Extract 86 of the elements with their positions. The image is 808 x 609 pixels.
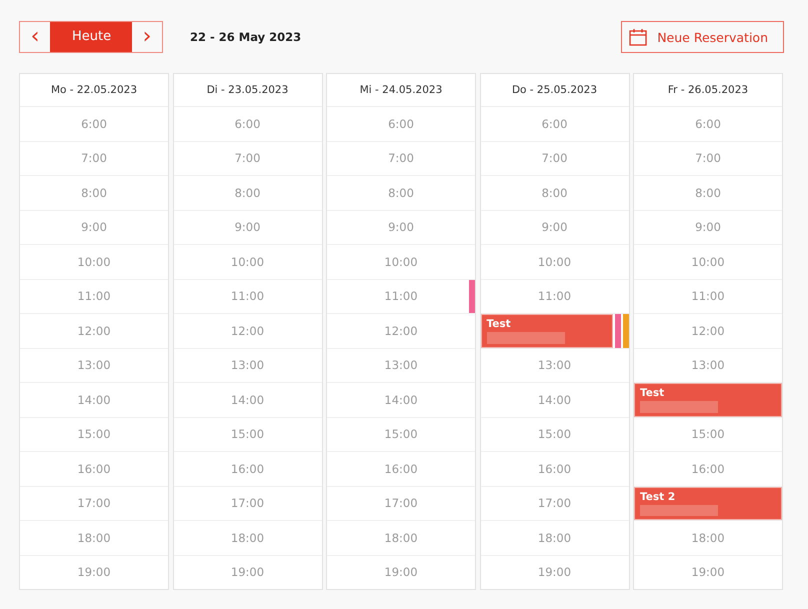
time-label: 18:00 xyxy=(230,530,264,545)
calendar-icon xyxy=(629,28,648,46)
day-header: Do - 25.05.2023 xyxy=(480,74,628,107)
time-label: 19:00 xyxy=(230,565,264,580)
time-label: 12:00 xyxy=(384,324,418,338)
time-label: 14:00 xyxy=(384,392,418,407)
time-label: 10:00 xyxy=(230,254,264,269)
time-label: 8:00 xyxy=(388,186,414,200)
time-label: 6:00 xyxy=(695,116,721,131)
time-label: 11:00 xyxy=(691,289,725,304)
date-range: 22 - 26 May 2023 xyxy=(190,30,302,44)
event-strip[interactable] xyxy=(614,314,620,348)
time-label: 8:00 xyxy=(81,186,107,200)
time-label: 17:00 xyxy=(77,496,111,510)
time-label: 15:00 xyxy=(77,427,111,442)
time-label: 9:00 xyxy=(542,220,568,234)
time-label: 12:00 xyxy=(230,324,264,338)
event-block[interactable]: Test 2 xyxy=(634,486,782,520)
day-header: Fr - 26.05.2023 xyxy=(634,74,782,107)
previous-button[interactable]: ‹ xyxy=(20,22,50,52)
event-title: Test xyxy=(640,387,666,399)
time-label: 8:00 xyxy=(542,186,568,200)
time-label: 11:00 xyxy=(230,289,264,304)
time-label: 9:00 xyxy=(695,220,721,234)
time-label: 19:00 xyxy=(691,565,725,580)
today-button[interactable]: Heute xyxy=(50,22,132,52)
time-label: 10:00 xyxy=(77,254,111,269)
time-label: 6:00 xyxy=(234,116,260,131)
time-label: 16:00 xyxy=(691,462,725,476)
event-block[interactable]: Test xyxy=(480,314,612,348)
time-label: 7:00 xyxy=(388,151,414,166)
time-label: 18:00 xyxy=(538,530,572,545)
time-label: 10:00 xyxy=(691,254,725,269)
new-reservation-button[interactable]: Neue Reservation xyxy=(621,21,784,53)
time-label: 6:00 xyxy=(388,116,414,131)
event-title: Test xyxy=(486,318,512,330)
time-label: 18:00 xyxy=(77,530,111,545)
time-label: 14:00 xyxy=(77,392,111,407)
next-button[interactable]: › xyxy=(132,22,162,52)
time-label: 6:00 xyxy=(542,116,568,131)
time-label: 6:00 xyxy=(81,116,107,131)
time-label: 9:00 xyxy=(234,220,260,234)
time-label: 13:00 xyxy=(77,358,111,372)
time-label: 7:00 xyxy=(542,151,568,166)
day-header: Mi - 24.05.2023 xyxy=(327,74,475,107)
time-label: 7:00 xyxy=(81,151,107,166)
time-label: 11:00 xyxy=(77,289,111,304)
time-label: 8:00 xyxy=(234,186,260,200)
time-label: 15:00 xyxy=(384,427,418,442)
time-label: 15:00 xyxy=(230,427,264,442)
time-label: 9:00 xyxy=(81,220,107,234)
time-label: 11:00 xyxy=(538,289,572,304)
time-label: 7:00 xyxy=(695,151,721,166)
time-label: 17:00 xyxy=(230,496,264,510)
time-label: 7:00 xyxy=(234,151,260,166)
time-label: 10:00 xyxy=(384,254,418,269)
time-label: 9:00 xyxy=(388,220,414,234)
time-label: 17:00 xyxy=(538,496,572,510)
time-label: 8:00 xyxy=(695,186,721,200)
time-label: 15:00 xyxy=(691,427,725,442)
time-label: 13:00 xyxy=(538,358,572,372)
time-label: 16:00 xyxy=(77,462,111,476)
time-label: 16:00 xyxy=(538,462,572,476)
time-label: 13:00 xyxy=(691,358,725,372)
time-label: 11:00 xyxy=(384,289,418,304)
day-header: Di - 23.05.2023 xyxy=(174,74,322,107)
time-label: 15:00 xyxy=(538,427,572,442)
time-label: 16:00 xyxy=(384,462,418,476)
time-label: 19:00 xyxy=(384,565,418,580)
day-header: Mo - 22.05.2023 xyxy=(20,74,168,107)
time-label: 14:00 xyxy=(230,392,264,407)
time-label: 13:00 xyxy=(384,358,418,372)
time-label: 18:00 xyxy=(691,530,725,545)
event-title: Test 2 xyxy=(640,490,676,502)
time-label: 13:00 xyxy=(230,358,264,372)
time-label: 12:00 xyxy=(77,324,111,338)
time-label: 14:00 xyxy=(538,392,572,407)
time-label: 19:00 xyxy=(538,565,572,580)
time-label: 17:00 xyxy=(384,496,418,510)
event-block[interactable]: Test xyxy=(634,383,782,416)
time-label: 12:00 xyxy=(691,324,725,338)
event-strip[interactable] xyxy=(622,314,628,348)
time-label: 10:00 xyxy=(538,254,572,269)
time-label: 19:00 xyxy=(77,565,111,580)
time-label: 16:00 xyxy=(230,462,264,476)
time-label: 18:00 xyxy=(384,530,418,545)
